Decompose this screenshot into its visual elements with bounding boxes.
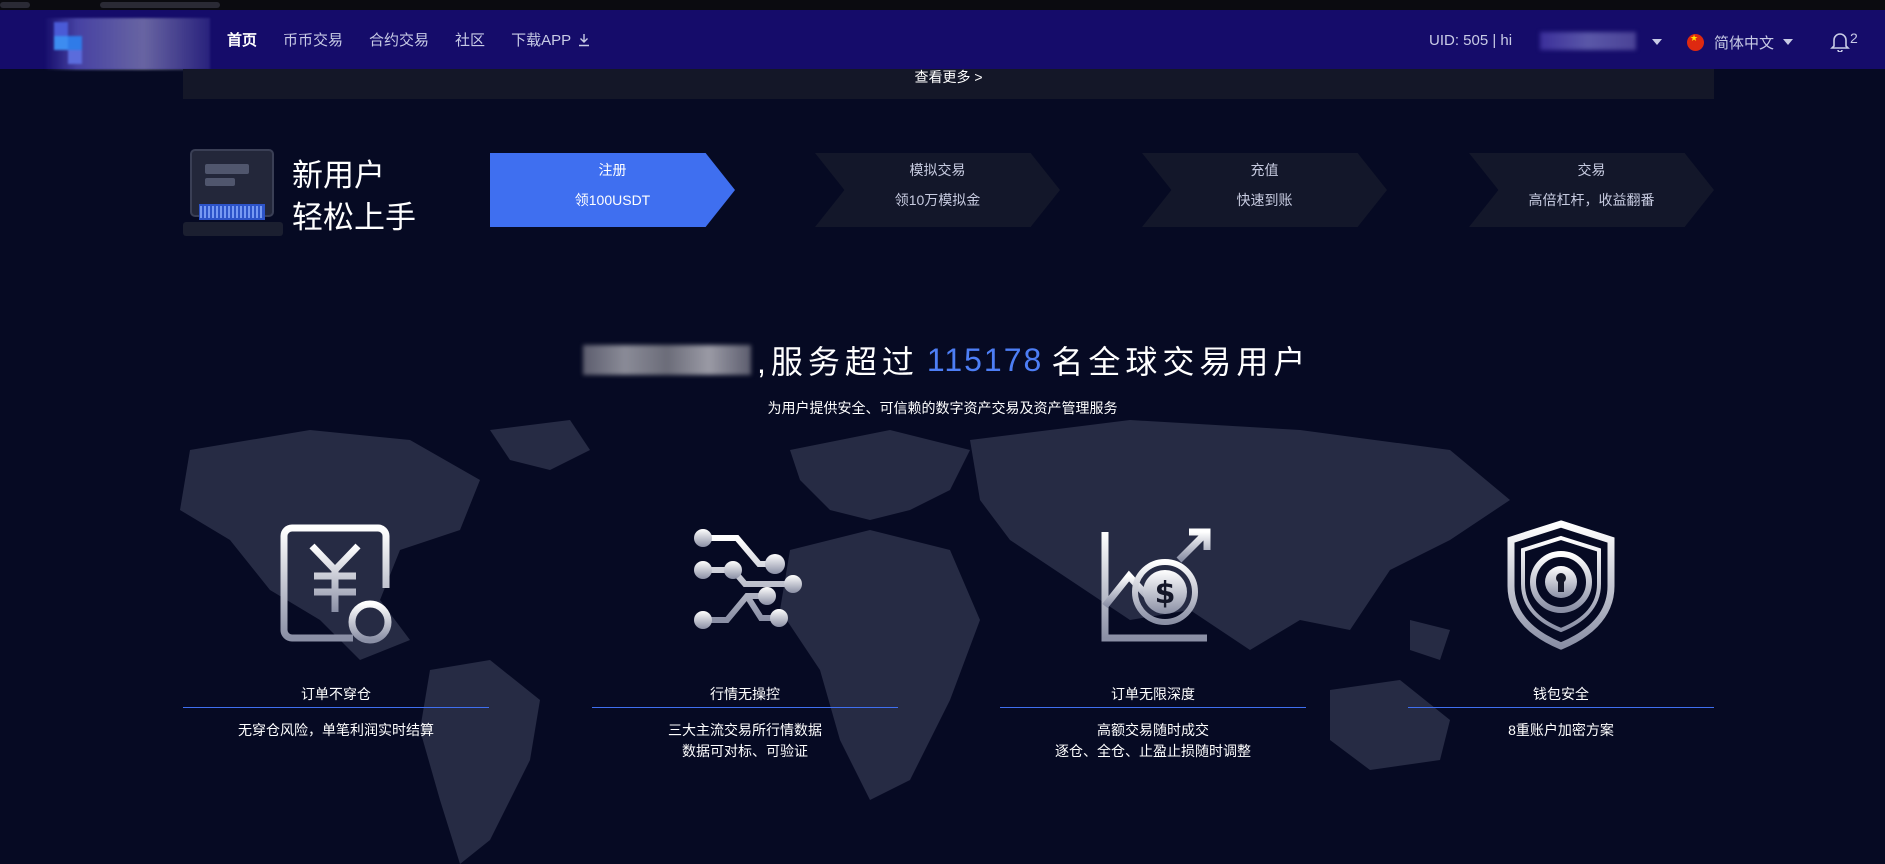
network-nodes-icon bbox=[694, 529, 802, 629]
browser-top-strip bbox=[0, 0, 1885, 10]
language-selector[interactable]: 简体中文 bbox=[1714, 32, 1774, 53]
nav-link-spot-trade[interactable]: 币币交易 bbox=[283, 29, 343, 50]
dollar-growth-chart-icon: $ bbox=[1101, 528, 1211, 642]
logo[interactable] bbox=[44, 18, 210, 70]
step-title: 交易 bbox=[1577, 162, 1606, 178]
feature-name: 钱包安全 bbox=[1533, 686, 1589, 702]
feature-desc: 无穿仓风险，单笔利润实时结算 bbox=[183, 720, 489, 741]
hero-suffix: 名全球交易用户 bbox=[1051, 344, 1311, 380]
step-desc: 领10万模拟金 bbox=[894, 192, 981, 208]
yen-document-icon bbox=[280, 524, 392, 644]
shield-lock-icon bbox=[1507, 520, 1615, 650]
feature-desc: 8重账户加密方案 bbox=[1408, 720, 1714, 741]
feature-desc: 高额交易随时成交 逐仓、全仓、止盈止损随时调整 bbox=[1000, 720, 1306, 762]
feature-name: 行情无操控 bbox=[710, 686, 780, 702]
feature-divider bbox=[1408, 707, 1714, 708]
feature-desc: 三大主流交易所行情数据 数据可对标、可验证 bbox=[592, 720, 898, 762]
step-deposit[interactable]: 充值 快速到账 bbox=[1142, 153, 1387, 227]
download-app-label: 下载APP bbox=[511, 32, 572, 49]
feature-divider bbox=[592, 707, 898, 708]
nav-link-contract-trade[interactable]: 合约交易 bbox=[369, 29, 429, 50]
feature-desc-line2: 逐仓、全仓、止盈止损随时调整 bbox=[1055, 743, 1251, 759]
username-redacted[interactable] bbox=[1540, 32, 1636, 50]
step-desc: 快速到账 bbox=[1236, 192, 1293, 208]
caret-down-icon[interactable] bbox=[1783, 39, 1793, 45]
step-desc: 领100USDT bbox=[574, 192, 651, 208]
download-icon bbox=[579, 33, 590, 46]
hero-title: ,服务超过 115178 名全球交易用户 bbox=[583, 337, 1310, 383]
nav-link-community[interactable]: 社区 bbox=[455, 29, 485, 50]
hero-prefix: ,服务超过 bbox=[757, 344, 919, 380]
china-flag-icon bbox=[1687, 33, 1704, 51]
step-title: 充值 bbox=[1250, 162, 1279, 178]
bell-icon[interactable] bbox=[1829, 30, 1851, 52]
feature-divider bbox=[183, 707, 489, 708]
step-register[interactable]: 注册 领100USDT bbox=[490, 153, 735, 227]
announcement-strip: 查看更多 > bbox=[183, 69, 1714, 99]
feature-desc-line1: 无穿仓风险，单笔利润实时结算 bbox=[238, 722, 434, 738]
svg-text:$: $ bbox=[1155, 576, 1176, 611]
platform-name-redacted bbox=[583, 345, 751, 375]
step-desc: 高倍杠杆，收益翻番 bbox=[1528, 192, 1655, 208]
hero-subtitle: 为用户提供安全、可信赖的数字资产交易及资产管理服务 bbox=[767, 400, 1118, 416]
strip-segment bbox=[100, 2, 220, 8]
nav-link-home[interactable]: 首页 bbox=[227, 29, 257, 50]
laptop-icon bbox=[183, 149, 283, 236]
view-more-link[interactable]: 查看更多 > bbox=[914, 67, 982, 87]
nav-link-download-app[interactable]: 下载APP bbox=[511, 29, 591, 50]
nav-links: 首页 币币交易 合约交易 社区 下载APP bbox=[227, 10, 591, 69]
top-nav-bar: 首页 币币交易 合约交易 社区 下载APP UID: 505 | hi 简体中文… bbox=[0, 10, 1885, 70]
step-title: 注册 bbox=[598, 162, 627, 178]
feature-name: 订单不穿仓 bbox=[301, 686, 371, 702]
step-title: 模拟交易 bbox=[909, 162, 966, 178]
feature-name: 订单无限深度 bbox=[1111, 686, 1195, 702]
feature-desc-line1: 高额交易随时成交 bbox=[1097, 722, 1209, 738]
step-trade[interactable]: 交易 高倍杠杆，收益翻番 bbox=[1469, 153, 1714, 227]
notification-count: 2 bbox=[1850, 30, 1858, 46]
caret-down-icon[interactable] bbox=[1652, 39, 1662, 45]
feature-desc-line1: 三大主流交易所行情数据 bbox=[668, 722, 822, 738]
strip-segment bbox=[0, 2, 30, 8]
new-user-title: 新用户 轻松上手 bbox=[292, 155, 416, 239]
user-count: 115178 bbox=[926, 341, 1044, 378]
feature-desc-line1: 8重账户加密方案 bbox=[1508, 722, 1614, 738]
new-user-title-line2: 轻松上手 bbox=[292, 200, 416, 235]
user-id-label: UID: 505 | hi bbox=[1429, 32, 1513, 49]
step-demo-trade[interactable]: 模拟交易 领10万模拟金 bbox=[815, 153, 1060, 227]
feature-divider bbox=[1000, 707, 1306, 708]
new-user-title-line1: 新用户 bbox=[292, 158, 385, 193]
feature-desc-line2: 数据可对标、可验证 bbox=[682, 743, 808, 759]
